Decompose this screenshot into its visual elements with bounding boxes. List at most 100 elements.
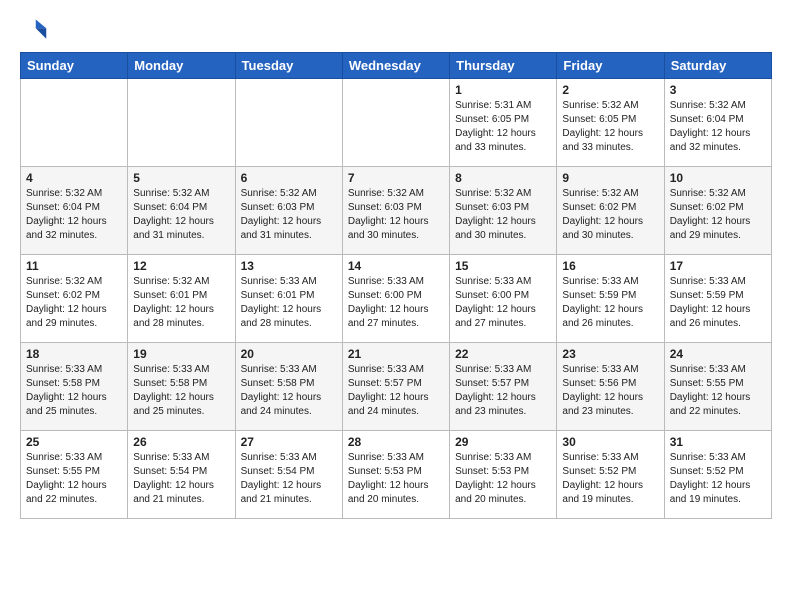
cell-content: Sunrise: 5:32 AMSunset: 6:04 PMDaylight:… xyxy=(26,187,122,243)
day-number: 18 xyxy=(26,347,122,361)
calendar-cell: 18 Sunrise: 5:33 AMSunset: 5:58 PMDayligh… xyxy=(21,343,128,431)
calendar-cell: 9 Sunrise: 5:32 AMSunset: 6:02 PMDaylight… xyxy=(557,167,664,255)
day-number: 29 xyxy=(455,435,551,449)
day-number: 1 xyxy=(455,83,551,97)
day-number: 15 xyxy=(455,259,551,273)
calendar-week-2: 4 Sunrise: 5:32 AMSunset: 6:04 PMDaylight… xyxy=(21,167,772,255)
calendar-cell: 13 Sunrise: 5:33 AMSunset: 6:01 PMDayligh… xyxy=(235,255,342,343)
calendar-cell: 31 Sunrise: 5:33 AMSunset: 5:52 PMDayligh… xyxy=(664,431,771,519)
day-number: 25 xyxy=(26,435,122,449)
day-number: 31 xyxy=(670,435,766,449)
weekday-header-sunday: Sunday xyxy=(21,53,128,79)
page-header xyxy=(20,16,772,44)
cell-content: Sunrise: 5:32 AMSunset: 6:03 PMDaylight:… xyxy=(455,187,551,243)
calendar-cell: 5Sunrise: 5:32 AMSunset: 6:04 PMDaylight… xyxy=(128,167,235,255)
calendar-week-4: 18 Sunrise: 5:33 AMSunset: 5:58 PMDayligh… xyxy=(21,343,772,431)
calendar-cell: 10 Sunrise: 5:32 AMSunset: 6:02 PMDayligh… xyxy=(664,167,771,255)
cell-content: Sunrise: 5:33 AMSunset: 5:57 PMDaylight:… xyxy=(455,363,551,419)
day-number: 4 xyxy=(26,171,122,185)
calendar-cell: 11 Sunrise: 5:32 AMSunset: 6:02 PMDayligh… xyxy=(21,255,128,343)
calendar-cell: 16Sunrise: 5:33 AMSunset: 5:59 PMDayligh… xyxy=(557,255,664,343)
weekday-header-thursday: Thursday xyxy=(450,53,557,79)
cell-content: Sunrise: 5:32 AMSunset: 6:04 PMDaylight:… xyxy=(133,187,229,243)
day-number: 7 xyxy=(348,171,444,185)
cell-content: Sunrise: 5:32 AMSunset: 6:04 PMDaylight:… xyxy=(670,99,766,155)
day-number: 10 xyxy=(670,171,766,185)
calendar-cell: 22 Sunrise: 5:33 AMSunset: 5:57 PMDayligh… xyxy=(450,343,557,431)
weekday-header-tuesday: Tuesday xyxy=(235,53,342,79)
calendar-cell: 21Sunrise: 5:33 AMSunset: 5:57 PMDayligh… xyxy=(342,343,449,431)
weekday-header-row: SundayMondayTuesdayWednesdayThursdayFrid… xyxy=(21,53,772,79)
cell-content: Sunrise: 5:32 AMSunset: 6:02 PMDaylight:… xyxy=(26,275,122,331)
calendar-week-3: 11 Sunrise: 5:32 AMSunset: 6:02 PMDayligh… xyxy=(21,255,772,343)
day-number: 30 xyxy=(562,435,658,449)
calendar-cell: 15 Sunrise: 5:33 AMSunset: 6:00 PMDayligh… xyxy=(450,255,557,343)
weekday-header-monday: Monday xyxy=(128,53,235,79)
cell-content: Sunrise: 5:32 AMSunset: 6:05 PMDaylight:… xyxy=(562,99,658,155)
cell-content: Sunrise: 5:33 AMSunset: 5:54 PMDaylight:… xyxy=(133,451,229,507)
cell-content: Sunrise: 5:32 AMSunset: 6:03 PMDaylight:… xyxy=(241,187,337,243)
logo-icon xyxy=(20,16,48,44)
weekday-header-wednesday: Wednesday xyxy=(342,53,449,79)
calendar-cell: 27 Sunrise: 5:33 AMSunset: 5:54 PMDayligh… xyxy=(235,431,342,519)
cell-content: Sunrise: 5:33 AMSunset: 6:00 PMDaylight:… xyxy=(348,275,444,331)
calendar-table: SundayMondayTuesdayWednesdayThursdayFrid… xyxy=(20,52,772,519)
day-number: 9 xyxy=(562,171,658,185)
cell-content: Sunrise: 5:33 AMSunset: 5:55 PMDaylight:… xyxy=(26,451,122,507)
cell-content: Sunrise: 5:33 AMSunset: 5:56 PMDaylight:… xyxy=(562,363,658,419)
calendar-cell xyxy=(342,79,449,167)
calendar-cell: 19 Sunrise: 5:33 AMSunset: 5:58 PMDayligh… xyxy=(128,343,235,431)
cell-content: Sunrise: 5:33 AMSunset: 5:58 PMDaylight:… xyxy=(133,363,229,419)
cell-content: Sunrise: 5:32 AMSunset: 6:01 PMDaylight:… xyxy=(133,275,229,331)
calendar-cell: 3Sunrise: 5:32 AMSunset: 6:04 PMDaylight… xyxy=(664,79,771,167)
cell-content: Sunrise: 5:33 AMSunset: 6:00 PMDaylight:… xyxy=(455,275,551,331)
cell-content: Sunrise: 5:32 AMSunset: 6:02 PMDaylight:… xyxy=(670,187,766,243)
calendar-cell: 28 Sunrise: 5:33 AMSunset: 5:53 PMDayligh… xyxy=(342,431,449,519)
day-number: 28 xyxy=(348,435,444,449)
calendar-cell: 24Sunrise: 5:33 AMSunset: 5:55 PMDayligh… xyxy=(664,343,771,431)
cell-content: Sunrise: 5:32 AMSunset: 6:02 PMDaylight:… xyxy=(562,187,658,243)
day-number: 11 xyxy=(26,259,122,273)
calendar-cell xyxy=(21,79,128,167)
calendar-cell xyxy=(128,79,235,167)
calendar-cell: 8Sunrise: 5:32 AMSunset: 6:03 PMDaylight… xyxy=(450,167,557,255)
cell-content: Sunrise: 5:33 AMSunset: 5:57 PMDaylight:… xyxy=(348,363,444,419)
weekday-header-friday: Friday xyxy=(557,53,664,79)
cell-content: Sunrise: 5:33 AMSunset: 5:52 PMDaylight:… xyxy=(670,451,766,507)
calendar-cell: 12 Sunrise: 5:32 AMSunset: 6:01 PMDayligh… xyxy=(128,255,235,343)
calendar-cell: 26 Sunrise: 5:33 AMSunset: 5:54 PMDayligh… xyxy=(128,431,235,519)
cell-content: Sunrise: 5:32 AMSunset: 6:03 PMDaylight:… xyxy=(348,187,444,243)
day-number: 13 xyxy=(241,259,337,273)
calendar-cell: 17Sunrise: 5:33 AMSunset: 5:59 PMDayligh… xyxy=(664,255,771,343)
day-number: 22 xyxy=(455,347,551,361)
day-number: 26 xyxy=(133,435,229,449)
weekday-header-saturday: Saturday xyxy=(664,53,771,79)
cell-content: Sunrise: 5:33 AMSunset: 5:52 PMDaylight:… xyxy=(562,451,658,507)
cell-content: Sunrise: 5:33 AMSunset: 5:55 PMDaylight:… xyxy=(670,363,766,419)
calendar-cell: 7 Sunrise: 5:32 AMSunset: 6:03 PMDaylight… xyxy=(342,167,449,255)
cell-content: Sunrise: 5:33 AMSunset: 6:01 PMDaylight:… xyxy=(241,275,337,331)
cell-content: Sunrise: 5:33 AMSunset: 5:58 PMDaylight:… xyxy=(241,363,337,419)
day-number: 2 xyxy=(562,83,658,97)
cell-content: Sunrise: 5:33 AMSunset: 5:54 PMDaylight:… xyxy=(241,451,337,507)
cell-content: Sunrise: 5:33 AMSunset: 5:53 PMDaylight:… xyxy=(455,451,551,507)
calendar-cell: 14 Sunrise: 5:33 AMSunset: 6:00 PMDayligh… xyxy=(342,255,449,343)
calendar-cell: 30 Sunrise: 5:33 AMSunset: 5:52 PMDayligh… xyxy=(557,431,664,519)
calendar-cell: 6Sunrise: 5:32 AMSunset: 6:03 PMDaylight… xyxy=(235,167,342,255)
day-number: 12 xyxy=(133,259,229,273)
calendar-week-1: 1 Sunrise: 5:31 AMSunset: 6:05 PMDaylight… xyxy=(21,79,772,167)
cell-content: Sunrise: 5:33 AMSunset: 5:58 PMDaylight:… xyxy=(26,363,122,419)
calendar-cell: 23 Sunrise: 5:33 AMSunset: 5:56 PMDayligh… xyxy=(557,343,664,431)
calendar-cell: 1 Sunrise: 5:31 AMSunset: 6:05 PMDaylight… xyxy=(450,79,557,167)
day-number: 19 xyxy=(133,347,229,361)
calendar-cell: 4 Sunrise: 5:32 AMSunset: 6:04 PMDaylight… xyxy=(21,167,128,255)
day-number: 23 xyxy=(562,347,658,361)
calendar-week-5: 25 Sunrise: 5:33 AMSunset: 5:55 PMDayligh… xyxy=(21,431,772,519)
day-number: 27 xyxy=(241,435,337,449)
cell-content: Sunrise: 5:33 AMSunset: 5:59 PMDaylight:… xyxy=(670,275,766,331)
cell-content: Sunrise: 5:33 AMSunset: 5:53 PMDaylight:… xyxy=(348,451,444,507)
calendar-cell: 2 Sunrise: 5:32 AMSunset: 6:05 PMDaylight… xyxy=(557,79,664,167)
cell-content: Sunrise: 5:31 AMSunset: 6:05 PMDaylight:… xyxy=(455,99,551,155)
calendar-cell: 25 Sunrise: 5:33 AMSunset: 5:55 PMDayligh… xyxy=(21,431,128,519)
day-number: 14 xyxy=(348,259,444,273)
